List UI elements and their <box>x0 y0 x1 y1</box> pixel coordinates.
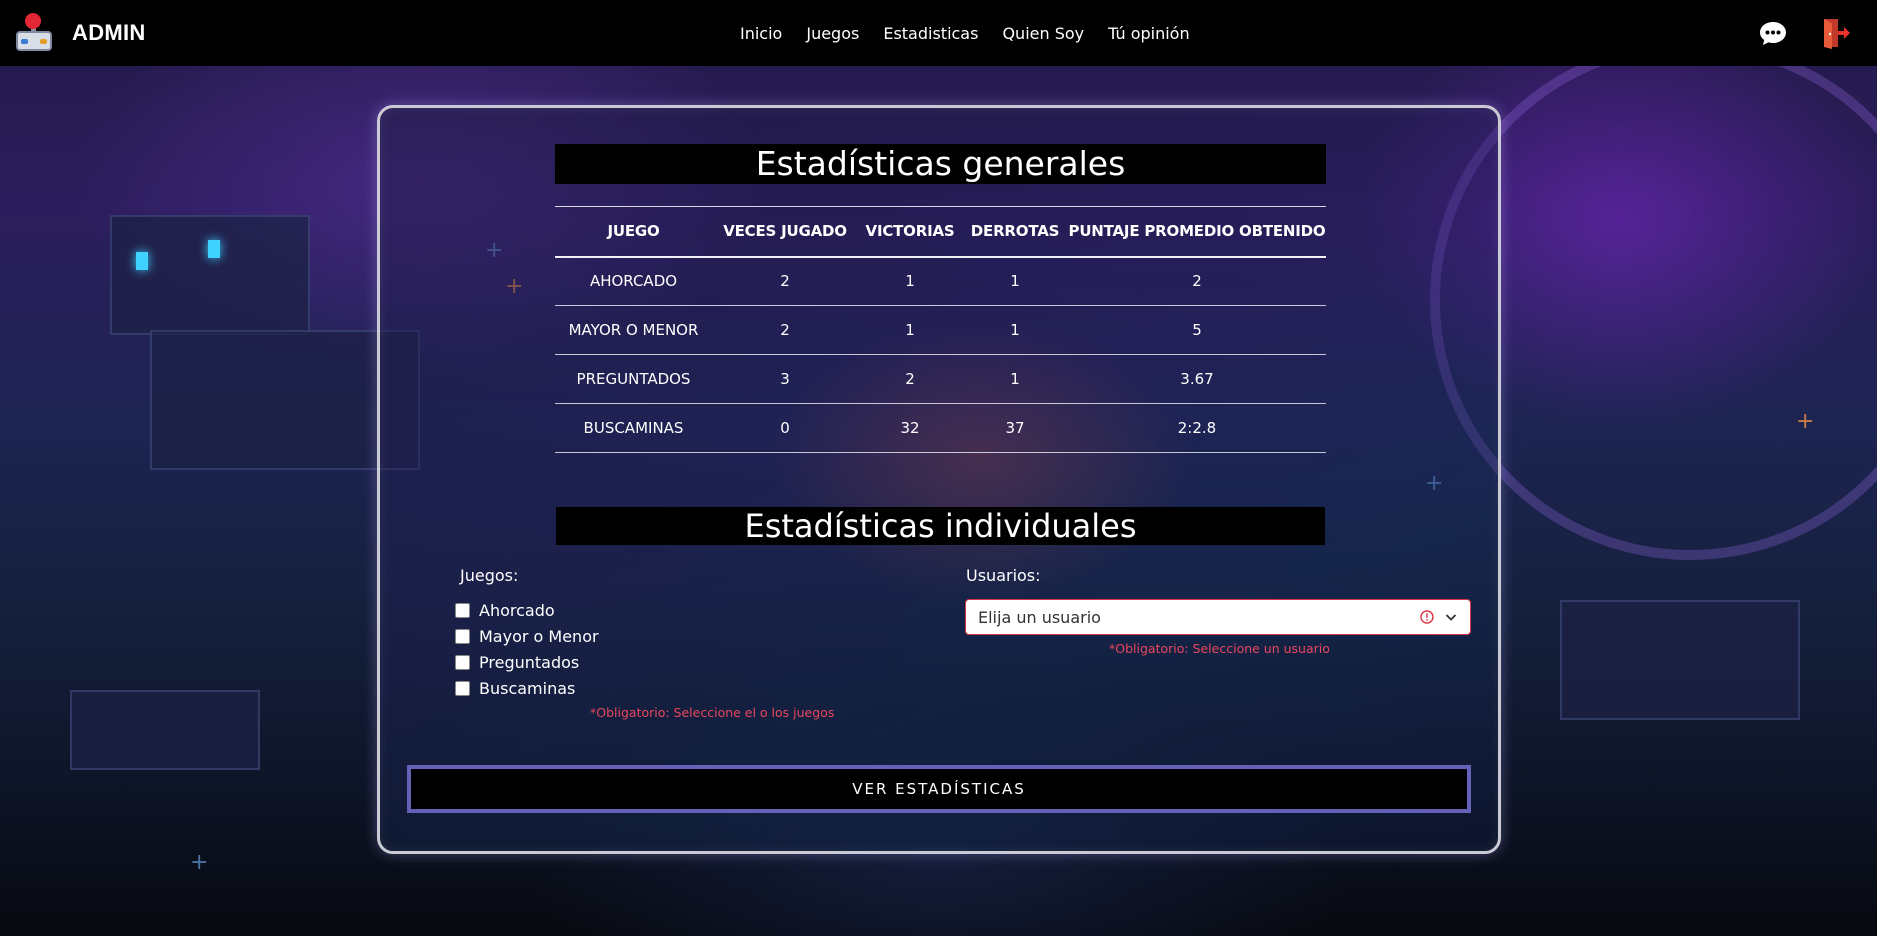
table-cell: 2 <box>712 256 858 306</box>
table-cell: 2 <box>1068 256 1326 306</box>
table-cell: 3 <box>712 354 858 404</box>
background-structure <box>110 215 310 335</box>
table-cell: 1 <box>962 305 1068 355</box>
general-stats-table: JUEGO VECES JUGADO VICTORIAS DERROTAS PU… <box>555 206 1326 453</box>
nav-link-tu-opinion[interactable]: Tú opinión <box>1108 24 1189 43</box>
games-label: Juegos: <box>460 566 519 585</box>
table-cell: 0 <box>712 403 858 453</box>
chat-bubble-icon[interactable] <box>1759 20 1787 46</box>
table-cell: 2:2.8 <box>1068 403 1326 453</box>
background-structure <box>70 690 260 770</box>
background-star: + <box>190 850 209 875</box>
game-option-mayor-o-menor[interactable]: Mayor o Menor <box>455 623 599 649</box>
table-cell: 2 <box>858 354 962 404</box>
nav-link-inicio[interactable]: Inicio <box>740 24 782 43</box>
checkbox[interactable] <box>455 654 470 670</box>
table-cell: BUSCAMINAS <box>555 403 712 453</box>
checkbox-label: Preguntados <box>479 652 580 672</box>
column-header: PUNTAJE PROMEDIO OBTENIDO <box>1068 206 1326 258</box>
table-cell: 1 <box>858 256 962 306</box>
game-option-buscaminas[interactable]: Buscaminas <box>455 675 599 701</box>
column-header: VECES JUGADO <box>712 206 858 258</box>
background-structure <box>1560 600 1800 720</box>
users-label: Usuarios: <box>966 566 1041 585</box>
column-header: JUEGO <box>555 206 712 258</box>
brand[interactable]: ADMIN <box>14 13 146 53</box>
background-light <box>136 252 148 270</box>
checkbox[interactable] <box>455 628 470 644</box>
table-cell: PREGUNTADOS <box>555 354 712 404</box>
table-row: BUSCAMINAS 0 32 37 2:2.8 <box>555 403 1326 453</box>
table-cell: 1 <box>962 354 1068 404</box>
table-cell: 5 <box>1068 305 1326 355</box>
games-required-error: *Obligatorio: Seleccione el o los juegos <box>590 705 835 720</box>
user-select[interactable]: Elija un usuario <box>965 599 1471 635</box>
background-light <box>208 240 220 258</box>
warning-circle-icon <box>1420 610 1434 624</box>
column-header: VICTORIAS <box>858 206 962 258</box>
checkbox-label: Mayor o Menor <box>479 626 599 646</box>
table-cell: 37 <box>962 403 1068 453</box>
column-header: DERROTAS <box>962 206 1068 258</box>
user-required-error: *Obligatorio: Seleccione un usuario <box>1109 641 1330 656</box>
nav-link-estadisticas[interactable]: Estadisticas <box>883 24 978 43</box>
game-option-preguntados[interactable]: Preguntados <box>455 649 599 675</box>
table-cell: 2 <box>712 305 858 355</box>
table-row: MAYOR O MENOR 2 1 1 5 <box>555 305 1326 355</box>
checkbox[interactable] <box>455 680 470 696</box>
user-select-value: Elija un usuario <box>978 607 1101 627</box>
table-row: PREGUNTADOS 3 2 1 3.67 <box>555 354 1326 404</box>
joystick-logo-icon <box>14 13 54 53</box>
table-cell: 3.67 <box>1068 354 1326 404</box>
nav-link-quien-soy[interactable]: Quien Soy <box>1002 24 1084 43</box>
statistics-card: Estadísticas generales JUEGO VECES JUGAD… <box>377 105 1501 854</box>
checkbox-label: Buscaminas <box>479 678 576 698</box>
table-cell: 32 <box>858 403 962 453</box>
table-cell: 1 <box>858 305 962 355</box>
nav-actions <box>1759 0 1851 66</box>
general-stats-title: Estadísticas generales <box>555 144 1326 184</box>
table-header-row: JUEGO VECES JUGADO VICTORIAS DERROTAS PU… <box>555 206 1326 258</box>
table-cell: MAYOR O MENOR <box>555 305 712 355</box>
table-cell: AHORCADO <box>555 256 712 306</box>
view-statistics-button[interactable]: VER ESTADÍSTICAS <box>407 765 1471 813</box>
table-row: AHORCADO 2 1 1 2 <box>555 256 1326 306</box>
table-cell: 1 <box>962 256 1068 306</box>
checkbox-label: Ahorcado <box>479 600 555 620</box>
game-option-ahorcado[interactable]: Ahorcado <box>455 597 599 623</box>
nav-links: Inicio Juegos Estadisticas Quien Soy Tú … <box>740 0 1190 66</box>
checkbox[interactable] <box>455 602 470 618</box>
top-navbar: ADMIN Inicio Juegos Estadisticas Quien S… <box>0 0 1877 66</box>
chevron-down-icon <box>1445 614 1457 621</box>
logout-door-icon[interactable] <box>1821 17 1851 49</box>
background-star: + <box>1796 409 1815 434</box>
individual-stats-title: Estadísticas individuales <box>556 507 1325 545</box>
brand-name: ADMIN <box>72 20 146 45</box>
nav-link-juegos[interactable]: Juegos <box>806 24 859 43</box>
games-checkbox-group: Ahorcado Mayor o Menor Preguntados Busca… <box>455 597 599 701</box>
